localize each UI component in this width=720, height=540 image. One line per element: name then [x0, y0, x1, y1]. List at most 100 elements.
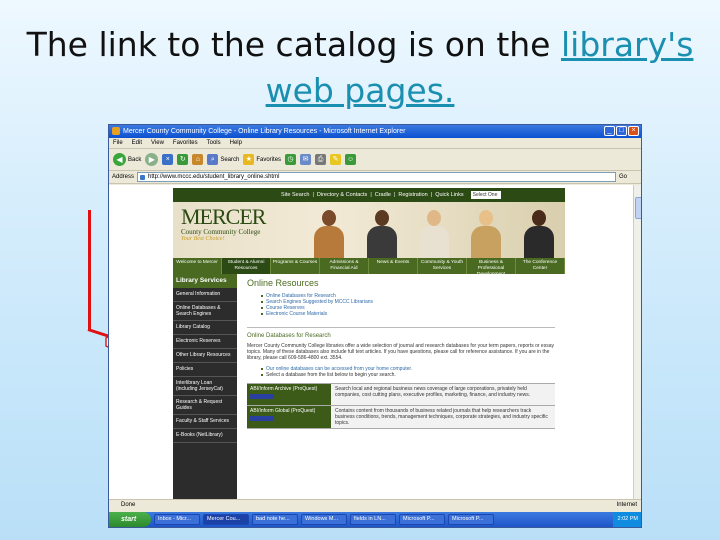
sidenav-general-info[interactable]: General Information [173, 288, 237, 302]
intro-paragraph: Mercer County Community College librarie… [247, 343, 554, 361]
menu-view[interactable]: View [151, 138, 164, 148]
nav-admissions[interactable]: Admissions & Financial Aid [320, 258, 369, 274]
menu-tools[interactable]: Tools [207, 138, 221, 148]
menu-help[interactable]: Help [230, 138, 242, 148]
security-zone: Internet [616, 502, 637, 508]
task-mercer[interactable]: Mercer Cou... [203, 514, 249, 525]
task-powerpoint-1[interactable]: Microsoft P... [399, 514, 445, 525]
topnav-directory[interactable]: Directory & Contacts [317, 188, 367, 202]
task-bad-note[interactable]: bad note he... [252, 514, 298, 525]
database-description: Search local and regional business news … [331, 384, 555, 405]
mccc-page: Site Search | Directory & Contacts | Cradl… [173, 188, 565, 505]
search-button[interactable]: ⌕ Search [207, 154, 239, 165]
nav-student-resources[interactable]: Student & Alumni Resources [222, 258, 271, 274]
mercer-logo[interactable]: MERCER County Community College Your Bes… [181, 206, 291, 252]
favorites-button[interactable]: ★ Favorites [243, 154, 281, 165]
messenger-icon[interactable]: ☺ [345, 154, 357, 165]
address-input[interactable]: http://www.mccc.edu/student_library_onli… [137, 172, 616, 182]
task-inbox[interactable]: Inbox - Micr... [154, 514, 200, 525]
logo-subtitle: County Community College [181, 228, 261, 236]
print-icon[interactable]: ⎙ [315, 154, 327, 165]
topnav-quick-links[interactable]: Quick Links [435, 188, 463, 202]
table-row: ABI/Inform Global (ProQuest) Contains co… [247, 406, 555, 429]
sidenav-online-databases[interactable]: Online Databases & Search Engines [173, 302, 237, 321]
stop-icon[interactable]: × [162, 154, 174, 165]
window-titlebar: Mercer County Community College - Online… [109, 125, 641, 138]
browser-toolbar: ◀ Back ▶ × ↻ ⌂ ⌕ Search ★ Favorites ◷ ✉ ⎙ ✎… [109, 149, 641, 171]
maximize-button[interactable]: □ [616, 126, 627, 136]
window-title: Mercer County Community College - Online… [123, 128, 406, 135]
close-button[interactable]: × [628, 126, 639, 136]
database-name[interactable]: ABI/Inform Archive (ProQuest) [247, 384, 331, 405]
refresh-icon[interactable]: ↻ [177, 154, 189, 165]
star-icon: ★ [243, 154, 255, 165]
scrollbar-thumb[interactable] [635, 197, 641, 219]
site-topnav: Site Search | Directory & Contacts | Cradl… [173, 188, 565, 202]
site-mainnav: Welcome to Mercer Student & Alumni Resou… [173, 258, 565, 277]
system-tray-clock: 2:02 PM [612, 512, 641, 527]
nav-programs[interactable]: Programs & Courses [271, 258, 320, 274]
topnav-site-search[interactable]: Site Search [281, 188, 309, 202]
page-heading: Online Resources [247, 278, 319, 288]
nav-conference[interactable]: The Conference Center [516, 258, 565, 274]
section-heading: Online Databases for Research [247, 327, 555, 339]
topnav-cradle[interactable]: Cradle [375, 188, 391, 202]
proquest-logo-icon [250, 416, 274, 421]
back-arrow-icon: ◀ [113, 153, 126, 166]
minimize-button[interactable]: _ [604, 126, 615, 136]
sidenav-research-guides[interactable]: Research & Request Guides [173, 396, 237, 415]
edit-icon[interactable]: ✎ [330, 154, 342, 165]
task-windows-media[interactable]: Windows M... [301, 514, 347, 525]
menu-file[interactable]: File [113, 138, 123, 148]
favorites-label: Favorites [256, 156, 282, 163]
forward-button[interactable]: ▶ [145, 153, 159, 166]
sidenav-other-resources[interactable]: Other Library Resources [173, 349, 237, 363]
history-icon[interactable]: ◷ [285, 154, 297, 165]
info-bullets: Our online databases can be accessed fro… [261, 366, 555, 378]
proquest-logo-icon [250, 394, 274, 399]
search-label: Search [220, 156, 240, 163]
mail-icon[interactable]: ✉ [300, 154, 312, 165]
sidenav-policies[interactable]: Policies [173, 363, 237, 377]
bullet-select-database: Select a database from the list below to… [261, 372, 555, 378]
search-icon: ⌕ [207, 154, 219, 165]
table-row: ABI/Inform Archive (ProQuest) Search loc… [247, 384, 555, 406]
address-label: Address [112, 174, 135, 180]
topnav-registration[interactable]: Registration [398, 188, 427, 202]
task-fields[interactable]: fields in LN... [350, 514, 396, 525]
quick-links-select[interactable]: Select One [470, 191, 501, 199]
database-name[interactable]: ABI/Inform Global (ProQuest) [247, 406, 331, 428]
forward-arrow-icon: ▶ [145, 153, 159, 166]
resource-links: Online Databases for Research Search Eng… [261, 293, 555, 317]
database-table: ABI/Inform Archive (ProQuest) Search loc… [247, 383, 555, 429]
nav-community[interactable]: Community & Youth Services [418, 258, 467, 274]
page-content: Library Services General Information Onl… [173, 274, 565, 505]
menu-favorites[interactable]: Favorites [173, 138, 198, 148]
sidenav-faculty-services[interactable]: Faculty & Staff Services [173, 415, 237, 429]
link-course-materials[interactable]: Electronic Course Materials [261, 311, 555, 317]
sidenav-title: Library Services [173, 274, 237, 288]
sidenav-interlibrary-loan[interactable]: Interlibrary Loan (including JerseyCat) [173, 377, 237, 396]
sidenav-ebooks[interactable]: E-Books (NetLibrary) [173, 429, 237, 443]
database-description: Contains content from thousands of busin… [331, 406, 555, 428]
sidenav-electronic-reserves[interactable]: Electronic Reserves [173, 335, 237, 349]
start-button[interactable]: start [109, 512, 151, 527]
library-sidenav: Library Services General Information Onl… [173, 274, 237, 505]
nav-business[interactable]: Business & Professional Development [467, 258, 516, 277]
pointer-arrow-stem [88, 210, 91, 330]
site-banner: MERCER County Community College Your Bes… [173, 202, 565, 258]
logo-text: MERCER [181, 204, 266, 229]
menu-edit[interactable]: Edit [132, 138, 142, 148]
nav-news[interactable]: News & Events [369, 258, 418, 274]
nav-welcome[interactable]: Welcome to Mercer [173, 258, 222, 274]
go-button[interactable]: Go [619, 174, 641, 180]
status-bar: Done Internet [109, 499, 641, 510]
back-button[interactable]: ◀ Back [113, 153, 141, 166]
vertical-scrollbar[interactable] [633, 185, 641, 505]
task-powerpoint-2[interactable]: Microsoft P... [448, 514, 494, 525]
slide-title: The link to the catalog is on the librar… [0, 22, 720, 114]
browser-window: Mercer County Community College - Online… [108, 124, 642, 528]
home-icon[interactable]: ⌂ [192, 154, 204, 165]
main-content: Online Resources Online Databases for Re… [237, 274, 565, 505]
sidenav-library-catalog[interactable]: Library Catalog [173, 321, 237, 335]
